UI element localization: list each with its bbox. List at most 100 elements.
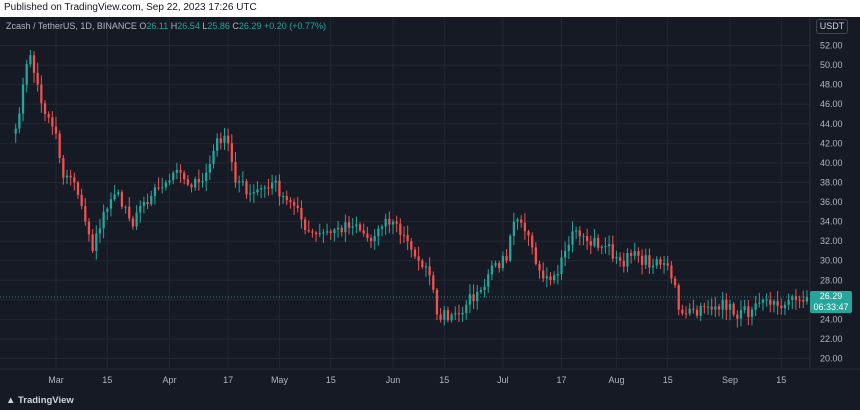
candle-body: [91, 234, 94, 251]
candle-body: [87, 221, 91, 235]
chart-area[interactable]: 52.00 50.00 48.00 46.00 44.00 42.00 40.00 38.00…: [0, 17, 860, 391]
candle-body: [618, 257, 622, 261]
candle-body: [450, 314, 453, 321]
price-tick-label: 24.00: [820, 314, 843, 324]
candle-body: [732, 303, 735, 315]
candle-body: [197, 179, 200, 183]
time-tick-label: Aug: [608, 375, 624, 385]
candle-body: [65, 175, 69, 178]
candle-body: [567, 244, 570, 251]
candle-body: [743, 306, 746, 310]
candle-body: [457, 313, 461, 315]
candle-body: [106, 208, 109, 212]
candle-body: [761, 299, 765, 303]
candle-body: [270, 182, 274, 189]
candle-body: [351, 226, 354, 228]
candle-body: [428, 266, 431, 276]
candle-body: [538, 263, 541, 271]
candle-body: [186, 179, 190, 185]
time-tick-label: Jun: [386, 375, 401, 385]
candle-body: [545, 276, 548, 279]
candle-body: [432, 275, 435, 290]
candle-body: [523, 222, 527, 232]
price-tick-label: 48.00: [820, 80, 843, 90]
candle-body: [98, 228, 102, 234]
candle-body: [241, 181, 244, 183]
candle-body: [80, 194, 83, 206]
low-value: 25.86: [207, 21, 230, 31]
price-tick-label: 50.00: [820, 60, 843, 70]
candle-body: [787, 299, 790, 305]
candle-body: [285, 196, 288, 201]
candle-body: [256, 189, 259, 193]
time-tick-label: Apr: [163, 375, 177, 385]
candle-body: [62, 157, 65, 178]
candle-body: [802, 300, 805, 302]
time-axis[interactable]: Mar 15 Apr 17 May 15 Jun 15 Jul 17 Aug 15 Sep 15: [48, 375, 786, 385]
candle-body: [575, 230, 578, 232]
candle-body: [516, 219, 519, 222]
candle-body: [479, 290, 483, 292]
candle-body: [750, 309, 754, 317]
candle-body: [644, 255, 647, 265]
symbol-name: Zcash / TetherUS, 1D, BINANCE: [6, 21, 137, 31]
symbol-legend: Zcash / TetherUS, 1D, BINANCE O26.11 H26…: [6, 21, 326, 31]
candle-body: [454, 313, 457, 315]
candle-body: [666, 263, 669, 266]
candle-body: [589, 241, 592, 246]
candle-body: [25, 64, 28, 85]
candle-body: [648, 255, 651, 268]
candle-body: [465, 304, 468, 313]
candle-body: [721, 299, 724, 310]
currency-selector[interactable]: USDT: [816, 19, 848, 34]
candle-body: [161, 187, 164, 189]
candle-body: [461, 312, 464, 315]
candle-body: [128, 206, 131, 219]
candle-body: [47, 113, 50, 118]
candle-body: [505, 256, 508, 261]
time-tick-label: 17: [556, 375, 566, 385]
candle-body: [725, 299, 728, 311]
last-price-value: 26.29: [819, 290, 843, 301]
candle-body: [769, 299, 772, 305]
candle-body: [69, 175, 72, 178]
candle-body: [179, 169, 182, 173]
candlestick-chart[interactable]: 52.00 50.00 48.00 46.00 44.00 42.00 40.00 38.00…: [0, 17, 860, 391]
candle-body: [219, 138, 222, 143]
candle-body: [534, 247, 537, 264]
candle-body: [410, 241, 413, 250]
candle-body: [783, 304, 787, 309]
published-text: Published on TradingView.com, Sep 22, 20…: [4, 2, 257, 13]
candle-body: [531, 235, 534, 248]
price-tick-label: 40.00: [820, 158, 843, 168]
candle-body: [336, 227, 340, 230]
candle-body: [347, 222, 351, 228]
candle-body: [443, 310, 446, 320]
candle-body: [102, 211, 105, 229]
candle-body: [307, 230, 310, 232]
candle-body: [40, 84, 43, 104]
candle-body: [593, 237, 596, 246]
price-tick-label: 30.00: [820, 256, 843, 266]
candle-body: [21, 84, 25, 114]
candle-body: [183, 172, 186, 180]
tradingview-logo[interactable]: ▲ TradingView: [6, 395, 74, 406]
candle-body: [424, 266, 428, 268]
candle-body: [571, 231, 574, 245]
time-tick-label: 15: [663, 375, 673, 385]
candle-body: [739, 309, 743, 319]
candle-body: [54, 126, 58, 134]
candle-body: [194, 179, 197, 188]
candle-body: [747, 306, 750, 317]
candle-body: [446, 310, 450, 321]
candle-body: [717, 306, 721, 310]
price-axis[interactable]: 52.00 50.00 48.00 46.00 44.00 42.00 40.00 38.00…: [820, 41, 843, 364]
tradingview-logo-icon: ▲: [6, 395, 16, 406]
candle-body: [487, 274, 490, 287]
candle-body: [329, 231, 332, 233]
bar-countdown: 06:33:47: [813, 301, 849, 312]
candle-body: [274, 180, 277, 183]
candle-body: [490, 265, 494, 275]
candle-body: [131, 218, 135, 227]
candle-body: [296, 205, 299, 208]
